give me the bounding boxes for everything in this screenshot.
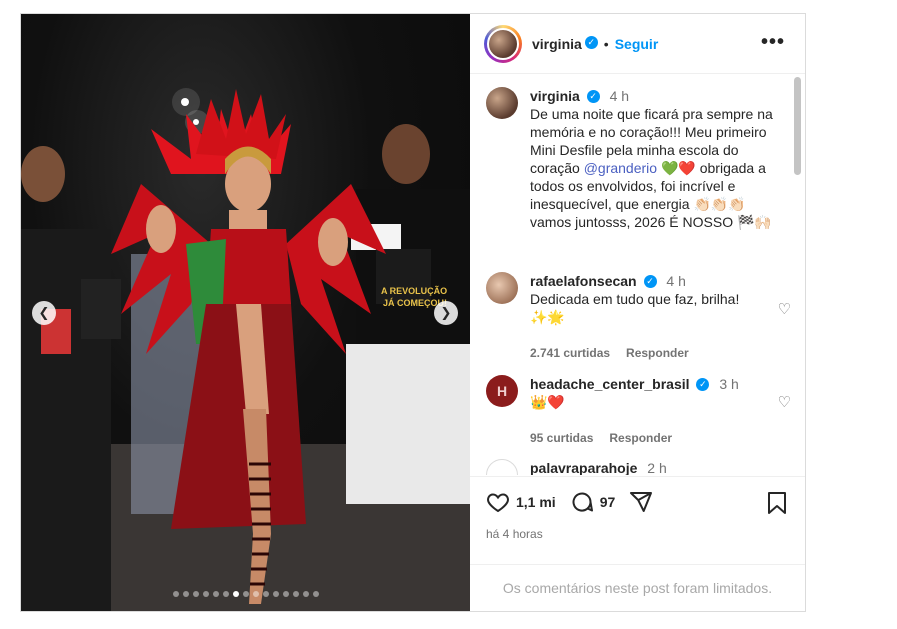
post-side-panel: virginia ✓ • Seguir ••• virginia ✓ 4 h D… — [470, 14, 805, 611]
carnival-photo: A REVOLUÇÃO JÁ COMEÇOU! — [21, 88, 470, 611]
carousel-dot — [212, 591, 219, 597]
comment-username[interactable]: headache_center_brasil — [530, 376, 690, 392]
caption: virginia ✓ 4 h De uma noite que ficará p… — [486, 87, 789, 231]
comment-item: palavraparahoje 2 h — [486, 459, 789, 475]
comment-avatar[interactable] — [486, 272, 518, 304]
caption-avatar[interactable] — [486, 87, 518, 119]
share-icon — [630, 492, 653, 512]
comment-text: 👑❤️ — [530, 394, 565, 410]
more-options-icon[interactable]: ••• — [761, 32, 785, 52]
carousel-dot — [282, 591, 289, 597]
caption-time[interactable]: 4 h — [610, 88, 629, 104]
caption-text: De uma noite que ficará pra sempre na me… — [530, 105, 789, 231]
author-username[interactable]: virginia — [532, 36, 582, 52]
reply-button[interactable]: Responder — [626, 344, 689, 362]
comment-time[interactable]: 4 h — [666, 273, 685, 289]
carousel-dot — [302, 591, 309, 597]
heart-icon — [487, 493, 509, 513]
comments-limited-notice: Os comentários neste post foram limitado… — [470, 564, 805, 611]
carousel-dot — [202, 591, 209, 597]
post-timestamp[interactable]: há 4 horas — [470, 527, 805, 541]
comment-username[interactable]: palavraparahoje — [530, 460, 637, 475]
mention-link[interactable]: @granderio — [584, 160, 657, 176]
follow-button[interactable]: Seguir — [615, 36, 659, 52]
author-avatar[interactable] — [484, 24, 522, 63]
comment-button[interactable]: 97 — [570, 490, 616, 514]
comment-icon — [572, 492, 593, 512]
carousel-dot — [222, 591, 229, 597]
post-actions: 1,1 mi 97 há 4 horas — [470, 476, 805, 563]
verified-badge-icon: ✓ — [584, 36, 598, 49]
comments-scrollbar[interactable] — [794, 77, 801, 175]
carousel-dot — [312, 591, 319, 597]
carousel-dot — [292, 591, 299, 597]
verified-badge-icon: ✓ — [586, 89, 600, 103]
comment-item: H headache_center_brasil ✓ 3 h 👑❤️ 95 cu… — [486, 375, 789, 447]
comments-list[interactable]: virginia ✓ 4 h De uma noite que ficará p… — [470, 75, 805, 475]
like-button[interactable]: 1,1 mi — [486, 490, 556, 514]
post-header: virginia ✓ • Seguir ••• — [470, 14, 805, 74]
verified-badge-icon: ✓ — [696, 377, 710, 391]
chevron-right-icon: ❯ — [440, 305, 452, 320]
comments-count[interactable]: 97 — [600, 494, 616, 510]
carousel-dot — [192, 591, 199, 597]
comment-time[interactable]: 3 h — [719, 376, 738, 392]
bookmark-icon — [768, 492, 786, 514]
carousel-dot — [272, 591, 279, 597]
comment-likes[interactable]: 2.741 curtidas — [530, 344, 610, 362]
carousel-indicator — [21, 591, 470, 597]
carousel-dot — [182, 591, 189, 597]
likes-count[interactable]: 1,1 mi — [516, 494, 556, 510]
comment-avatar[interactable]: H — [486, 375, 518, 407]
post-dialog: A REVOLUÇÃO JÁ COMEÇOU! ❮ ❯ virginia ✓ •… — [20, 13, 806, 612]
caption-username[interactable]: virginia — [530, 88, 580, 104]
carousel-dot — [242, 591, 249, 597]
svg-text:A REVOLUÇÃO: A REVOLUÇÃO — [381, 286, 447, 296]
post-media[interactable]: A REVOLUÇÃO JÁ COMEÇOU! ❮ ❯ — [21, 14, 470, 611]
separator-dot: • — [603, 35, 609, 52]
save-button[interactable] — [767, 491, 787, 520]
chevron-left-icon: ❮ — [38, 305, 50, 320]
comment-username[interactable]: rafaelafonsecan — [530, 273, 637, 289]
next-slide-button[interactable]: ❯ — [434, 301, 458, 325]
carousel-dot — [262, 591, 269, 597]
like-comment-heart-icon[interactable]: ♡ — [778, 393, 791, 411]
like-comment-heart-icon[interactable]: ♡ — [778, 300, 791, 318]
carousel-dot — [232, 591, 239, 597]
comment-likes[interactable]: 95 curtidas — [530, 429, 593, 447]
comment-time[interactable]: 2 h — [647, 460, 666, 475]
verified-badge-icon: ✓ — [643, 274, 657, 288]
comment-item: rafaelafonsecan ✓ 4 h Dedicada em tudo q… — [486, 272, 789, 362]
comment-text: Dedicada em tudo que faz, brilha! ✨🌟 — [530, 291, 740, 325]
author-avatar-image — [487, 27, 519, 60]
carousel-dot — [252, 591, 259, 597]
share-button[interactable] — [629, 490, 653, 514]
carousel-dot — [172, 591, 179, 597]
comment-avatar[interactable] — [486, 459, 518, 475]
reply-button[interactable]: Responder — [609, 429, 672, 447]
previous-slide-button[interactable]: ❮ — [32, 301, 56, 325]
